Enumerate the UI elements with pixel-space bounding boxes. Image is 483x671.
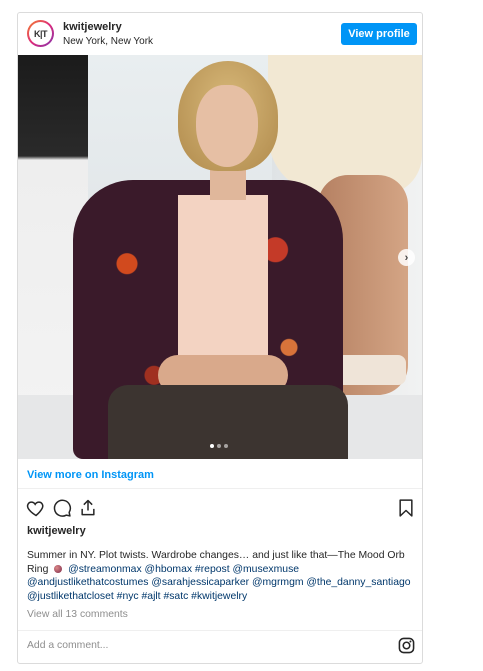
bookmark-icon[interactable]	[396, 498, 416, 518]
carousel-dot	[217, 444, 221, 448]
carousel-dots	[210, 444, 228, 448]
view-all-comments-link[interactable]: View all 13 comments	[27, 609, 128, 620]
comment-icon[interactable]	[52, 498, 72, 518]
photo-lap	[108, 385, 348, 459]
carousel-dot	[224, 444, 228, 448]
caption-line-1: Summer in NY. Plot twists. Wardrobe chan…	[27, 550, 405, 561]
photo-face	[196, 85, 258, 167]
avatar[interactable]: K|T	[27, 20, 54, 47]
mood-orb-emoji-icon	[54, 564, 63, 573]
instagram-embed-card: K|T kwitjewelry New York, New York View …	[17, 12, 423, 664]
photo-neighbor-shoe	[336, 355, 406, 385]
post-caption: Summer in NY. Plot twists. Wardrobe chan…	[27, 549, 413, 603]
caption-ring-word: Ring	[27, 563, 49, 575]
view-more-link[interactable]: View more on Instagram	[27, 469, 154, 481]
photo-neighbor-skirt	[268, 55, 422, 195]
caption-line-4[interactable]: @justlikethatcloset #nyc #ajlt #satc #kw…	[27, 590, 413, 604]
add-comment-input[interactable]: Add a comment...	[27, 640, 108, 651]
action-bar	[26, 498, 416, 520]
carousel-dot-active	[210, 444, 214, 448]
view-profile-button[interactable]: View profile	[341, 23, 417, 45]
post-header: K|T kwitjewelry New York, New York View …	[18, 13, 422, 55]
divider	[18, 488, 422, 489]
caption-line-3[interactable]: @andjustlikethatcostumes @sarahjessicapa…	[27, 576, 413, 590]
avatar-logo: K|T	[29, 22, 52, 45]
username[interactable]: kwitjewelry	[63, 21, 122, 33]
carousel-next-icon[interactable]: ›	[398, 249, 415, 266]
location[interactable]: New York, New York	[63, 36, 153, 47]
heart-icon[interactable]	[26, 498, 46, 518]
share-icon[interactable]	[78, 498, 98, 518]
post-image[interactable]: ›	[18, 55, 422, 459]
likes-username[interactable]: kwitjewelry	[27, 525, 86, 537]
divider	[18, 630, 422, 631]
caption-tags-line-2[interactable]: @streamonmax @hbomax #repost @musexmuse	[68, 564, 299, 575]
caption-line-2: Ring @streamonmax @hbomax #repost @musex…	[27, 563, 413, 577]
instagram-logo-icon[interactable]	[398, 637, 415, 654]
